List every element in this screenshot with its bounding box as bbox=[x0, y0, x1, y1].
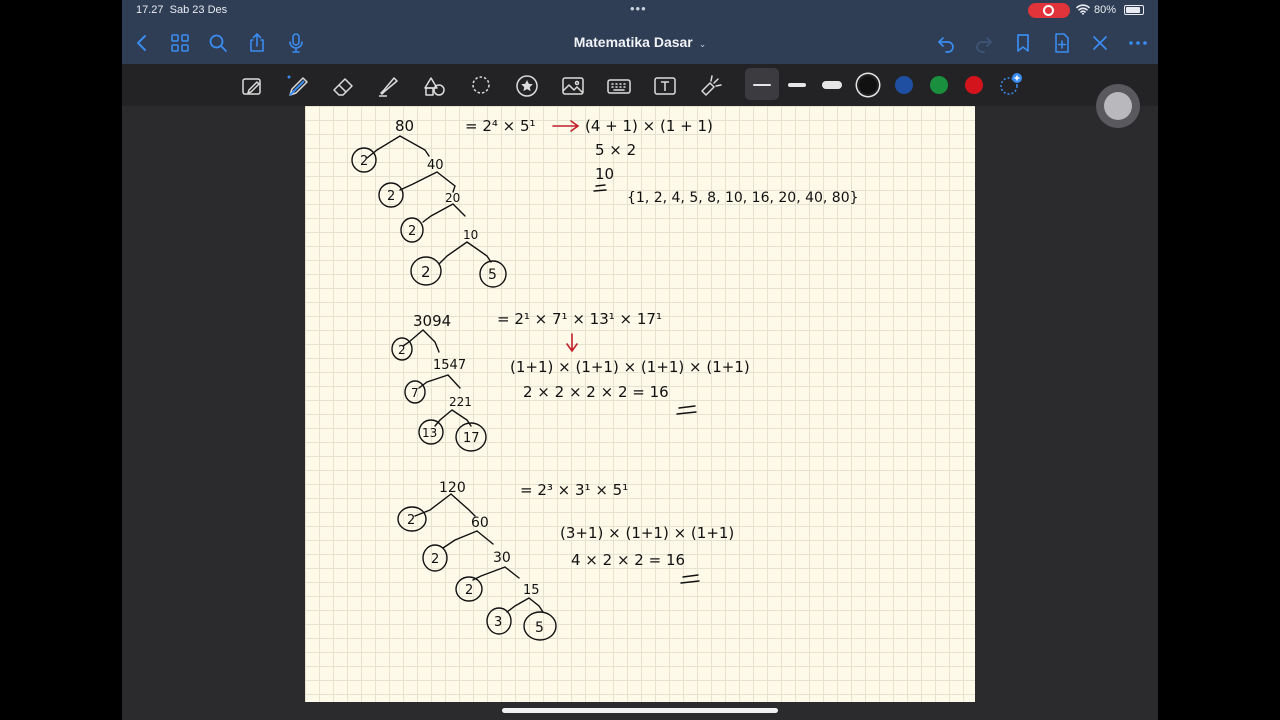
drawing-toolbar bbox=[122, 64, 1158, 106]
add-page-icon[interactable] bbox=[1050, 31, 1074, 55]
color-green-swatch[interactable] bbox=[930, 76, 948, 94]
underline-equals bbox=[593, 184, 607, 192]
fountain-pen-icon[interactable] bbox=[285, 73, 311, 99]
p1-prime-2: 2 bbox=[387, 189, 395, 204]
p3-prime-5: 5 bbox=[535, 620, 544, 636]
p3-product: 4 × 2 × 2 = 16 bbox=[571, 551, 685, 569]
lasso-icon[interactable] bbox=[468, 73, 494, 99]
p2-prime-7: 7 bbox=[411, 386, 419, 400]
eraser-icon[interactable] bbox=[330, 73, 356, 99]
status-time-date: 17.27 Sab 23 Des bbox=[136, 4, 227, 16]
tree-branch bbox=[472, 566, 520, 581]
red-arrow bbox=[552, 120, 580, 132]
battery-level bbox=[1126, 7, 1141, 13]
red-arrow bbox=[566, 333, 578, 353]
p3-prime-4: 3 bbox=[494, 615, 502, 630]
p2-root: 3094 bbox=[413, 312, 451, 330]
underline-equals bbox=[680, 574, 700, 584]
p3-node-30: 30 bbox=[493, 550, 511, 566]
p2-prime-13: 13 bbox=[422, 426, 437, 440]
redo-icon[interactable] bbox=[972, 31, 996, 55]
p3-factorization: = 2³ × 3¹ × 5¹ bbox=[520, 481, 628, 499]
p1-prime-5: 5 bbox=[488, 267, 497, 283]
sticker-icon[interactable] bbox=[514, 73, 540, 99]
p1-divisors: {1, 2, 4, 5, 8, 10, 16, 20, 40, 80} bbox=[627, 190, 859, 206]
p2-product: 2 × 2 × 2 × 2 = 16 bbox=[523, 383, 669, 401]
add-color-icon[interactable] bbox=[998, 72, 1024, 98]
shapes-icon[interactable] bbox=[422, 73, 448, 99]
image-icon[interactable] bbox=[560, 73, 586, 99]
ipad-screen: 17.27 Sab 23 Des ••• 80% Matematika Dasa… bbox=[122, 0, 1158, 720]
keyboard-icon[interactable] bbox=[606, 73, 632, 99]
laser-pointer-icon[interactable] bbox=[698, 73, 724, 99]
chevron-down-icon: ⌄ bbox=[698, 39, 707, 49]
color-red-swatch[interactable] bbox=[965, 76, 983, 94]
pen-tool-icon[interactable] bbox=[240, 73, 266, 99]
screen-recording-icon[interactable] bbox=[1028, 3, 1070, 18]
undo-icon[interactable] bbox=[934, 31, 958, 55]
p3-prime-2: 2 bbox=[431, 552, 439, 567]
close-icon[interactable] bbox=[1088, 31, 1112, 55]
highlighter-icon[interactable] bbox=[375, 73, 401, 99]
bookmark-icon[interactable] bbox=[1011, 31, 1035, 55]
color-black-swatch[interactable] bbox=[859, 76, 877, 94]
p3-root: 120 bbox=[439, 480, 466, 496]
p3-node-60: 60 bbox=[471, 515, 489, 531]
p3-prime-3: 2 bbox=[465, 583, 473, 598]
tree-branch bbox=[506, 597, 544, 613]
p1-prime-1: 2 bbox=[360, 154, 368, 169]
p1-result: 10 bbox=[595, 165, 614, 183]
tree-branch bbox=[438, 241, 492, 265]
tree-branch bbox=[422, 203, 466, 223]
tree-branch bbox=[399, 171, 456, 193]
stroke-medium-icon[interactable] bbox=[784, 77, 810, 93]
p1-formula: (4 + 1) × (1 + 1) bbox=[585, 117, 713, 135]
color-blue-swatch[interactable] bbox=[895, 76, 913, 94]
handwriting-canvas: 80 2 40 2 20 2 10 2 5 = 2⁴ × 5¹ (4 + 1) … bbox=[351, 117, 859, 641]
p1-node-20: 20 bbox=[445, 191, 460, 205]
p3-prime-1: 2 bbox=[407, 513, 415, 528]
underline-equals bbox=[676, 405, 697, 415]
p1-node-40: 40 bbox=[427, 158, 444, 173]
tree-branch bbox=[442, 530, 494, 549]
p1-factorization: = 2⁴ × 5¹ bbox=[465, 117, 536, 135]
battery-percentage: 80% bbox=[1094, 4, 1117, 16]
more-icon[interactable] bbox=[1126, 31, 1150, 55]
p2-node-1547: 1547 bbox=[433, 358, 466, 373]
document-navbar: Matematika Dasar ⌄ bbox=[122, 22, 1158, 64]
battery-icon bbox=[1124, 5, 1144, 15]
p1-node-10: 10 bbox=[463, 228, 478, 242]
status-bar: 17.27 Sab 23 Des ••• 80% bbox=[122, 0, 1158, 22]
p3-node-15: 15 bbox=[523, 583, 540, 598]
p2-formula: (1+1) × (1+1) × (1+1) × (1+1) bbox=[510, 358, 750, 376]
text-box-icon[interactable] bbox=[652, 73, 678, 99]
document-title-text: Matematika Dasar bbox=[573, 34, 693, 50]
note-page[interactable]: 80 2 40 2 20 2 10 2 5 = 2⁴ × 5¹ (4 + 1) … bbox=[305, 106, 975, 702]
status-time: 17.27 bbox=[136, 4, 164, 16]
p2-node-221: 221 bbox=[449, 395, 472, 409]
p2-factorization: = 2¹ × 7¹ × 13¹ × 17¹ bbox=[497, 310, 662, 328]
wifi-icon bbox=[1076, 3, 1090, 18]
tree-branch bbox=[418, 374, 461, 389]
p3-formula: (3+1) × (1+1) × (1+1) bbox=[560, 524, 734, 542]
p1-prime-4: 2 bbox=[421, 263, 431, 281]
tree-branch bbox=[366, 135, 430, 159]
stroke-thin-icon[interactable] bbox=[749, 77, 775, 93]
home-indicator[interactable] bbox=[502, 708, 778, 713]
p1-product: 5 × 2 bbox=[595, 141, 636, 159]
p2-prime-17: 17 bbox=[463, 431, 480, 446]
p2-prime-2: 2 bbox=[398, 343, 406, 357]
multitasking-dots[interactable]: ••• bbox=[630, 1, 647, 16]
status-date: Sab 23 Des bbox=[169, 4, 228, 16]
p1-root: 80 bbox=[395, 117, 414, 135]
document-title[interactable]: Matematika Dasar ⌄ bbox=[122, 34, 1158, 50]
assistive-touch-button[interactable] bbox=[1096, 84, 1140, 128]
p1-prime-3: 2 bbox=[408, 224, 416, 239]
stroke-thick-icon[interactable] bbox=[819, 77, 845, 93]
